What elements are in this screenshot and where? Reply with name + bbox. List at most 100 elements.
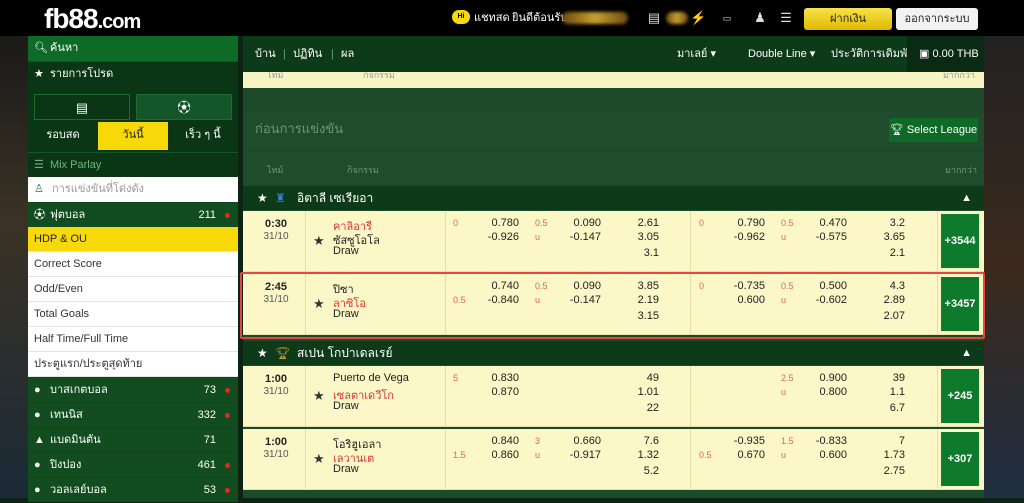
odds-cell[interactable]: 0.840: [483, 435, 519, 447]
odds-cell[interactable]: 0.500: [809, 280, 847, 292]
nav-results[interactable]: ผล: [341, 36, 354, 72]
star-icon[interactable]: ★: [313, 233, 325, 249]
odds-cell[interactable]: -0.833: [809, 435, 847, 447]
popular-league-search[interactable]: ♙ การแข่งขันที่โด่งดัง: [28, 177, 238, 202]
odds-1x2[interactable]: 2.89: [873, 294, 905, 306]
odds-cell[interactable]: -0.962: [729, 231, 765, 243]
tab-today[interactable]: วันนี้: [98, 122, 168, 150]
odds-1x2[interactable]: 1.1: [873, 386, 905, 398]
odds-cell[interactable]: -0.575: [809, 231, 847, 243]
odds-1x2[interactable]: 3.05: [627, 231, 659, 243]
odds-1x2[interactable]: 2.07: [873, 310, 905, 322]
sport-badminton[interactable]: ▲ แบดมินตัน 71: [28, 427, 238, 452]
more-markets-button[interactable]: +3457: [941, 277, 979, 331]
lightning-icon[interactable]: ⚡: [690, 10, 706, 26]
odds-cell[interactable]: 0.090: [563, 217, 601, 229]
odds-1x2[interactable]: 3.15: [627, 310, 659, 322]
odds-cell[interactable]: 0.860: [483, 449, 519, 461]
sub-total-goals[interactable]: Total Goals: [28, 302, 238, 327]
odds-cell[interactable]: 0.660: [563, 435, 601, 447]
select-league-button[interactable]: 🏆︎ Select League: [889, 118, 978, 142]
star-icon[interactable]: ★: [257, 186, 268, 210]
odds-1x2[interactable]: 2.75: [873, 465, 905, 477]
odds-1x2[interactable]: 7.6: [627, 435, 659, 447]
odds-1x2[interactable]: 2.61: [627, 217, 659, 229]
sidebar-favorites[interactable]: ★ รายการโปรด: [28, 61, 238, 86]
odds-1x2[interactable]: 7: [873, 435, 905, 447]
odds-1x2[interactable]: 6.7: [873, 402, 905, 414]
odds-1x2[interactable]: 39: [873, 372, 905, 384]
odds-cell[interactable]: -0.917: [563, 449, 601, 461]
sport-basketball[interactable]: ● บาสเกตบอล 73: [28, 377, 238, 402]
odds-1x2[interactable]: 1.32: [627, 449, 659, 461]
live-chat-link[interactable]: แชทสด: [474, 9, 510, 27]
sport-tennis[interactable]: ● เทนนิส 332: [28, 402, 238, 427]
odds-cell[interactable]: -0.926: [483, 231, 519, 243]
odds-cell[interactable]: -0.735: [729, 280, 765, 292]
sport-football[interactable]: ⚽︎ ฟุตบอล 211: [28, 202, 238, 227]
checklist-icon[interactable]: ☰: [778, 10, 794, 26]
odds-1x2[interactable]: 22: [627, 402, 659, 414]
chat-icon[interactable]: Hi: [452, 10, 470, 24]
sub-hdp-ou[interactable]: HDP & OU: [28, 227, 238, 252]
odds-1x2[interactable]: 2.1: [873, 247, 905, 259]
star-icon[interactable]: ★: [313, 296, 325, 312]
deposit-button[interactable]: ฝากเงิน: [804, 8, 892, 30]
odds-1x2[interactable]: 49: [627, 372, 659, 384]
star-icon[interactable]: ★: [313, 451, 325, 467]
mix-parlay[interactable]: ☰ Mix Parlay: [28, 152, 238, 177]
odds-cell[interactable]: 0.780: [483, 217, 519, 229]
list-view-button[interactable]: ▤: [34, 94, 130, 120]
star-icon[interactable]: ★: [257, 341, 268, 365]
odds-1x2[interactable]: 3.65: [873, 231, 905, 243]
odds-cell[interactable]: -0.935: [729, 435, 765, 447]
odds-1x2[interactable]: 5.2: [627, 465, 659, 477]
odds-1x2[interactable]: 3.85: [627, 280, 659, 292]
sub-odd-even[interactable]: Odd/Even: [28, 277, 238, 302]
odds-type-dropdown[interactable]: มาเลย์ ▾: [677, 36, 716, 72]
odds-cell[interactable]: 0.830: [483, 372, 519, 384]
bet-slip-icon[interactable]: ▭: [712, 10, 742, 26]
sidebar-search[interactable]: 🔍︎ ค้นหา: [28, 36, 238, 61]
sub-correct-score[interactable]: Correct Score: [28, 252, 238, 277]
tab-soon[interactable]: เร็ว ๆ นี้: [168, 122, 238, 150]
more-markets-button[interactable]: +3544: [941, 214, 979, 268]
odds-cell[interactable]: 0.900: [809, 372, 847, 384]
odds-1x2[interactable]: 3.2: [873, 217, 905, 229]
odds-cell[interactable]: 0.470: [809, 217, 847, 229]
sport-table-tennis[interactable]: ● ปิงปอง 461: [28, 452, 238, 477]
bet-history-link[interactable]: ประวัติการเดิมพัน: [831, 36, 915, 72]
sport-volleyball[interactable]: ● วอลเลย์บอล 53: [28, 477, 238, 502]
odds-1x2[interactable]: 3.1: [627, 247, 659, 259]
sport-view-button[interactable]: ⚽︎: [136, 94, 232, 120]
odds-cell[interactable]: 0.800: [809, 386, 847, 398]
fb88-logo[interactable]: fb88.com: [44, 3, 141, 35]
line-dropdown[interactable]: Double Line ▾: [748, 36, 815, 72]
odds-cell[interactable]: 0.870: [483, 386, 519, 398]
document-icon[interactable]: ▤: [646, 10, 662, 26]
nav-home[interactable]: บ้าน: [255, 36, 276, 72]
star-icon[interactable]: ★: [313, 388, 325, 404]
more-markets-button[interactable]: +307: [941, 432, 979, 486]
logout-button[interactable]: ออกจากระบบ: [896, 8, 978, 30]
user-icon[interactable]: ♟: [752, 10, 768, 26]
league-header[interactable]: ★ 🏆︎ สเปน โกปาเดลเรย์ ▲: [243, 341, 984, 365]
collapse-icon[interactable]: ▲: [961, 186, 972, 210]
odds-cell[interactable]: -0.147: [563, 231, 601, 243]
collapse-icon[interactable]: ▲: [961, 341, 972, 365]
odds-cell[interactable]: -0.602: [809, 294, 847, 306]
odds-cell[interactable]: -0.840: [483, 294, 519, 306]
odds-cell[interactable]: 0.740: [483, 280, 519, 292]
odds-1x2[interactable]: 1.01: [627, 386, 659, 398]
odds-cell[interactable]: 0.670: [729, 449, 765, 461]
odds-cell[interactable]: 0.600: [729, 294, 765, 306]
league-header[interactable]: ★ ♜ อิตาลี เซเรียอา ▲: [243, 186, 984, 210]
sub-ht-ft[interactable]: Half Time/Full Time: [28, 327, 238, 352]
odds-1x2[interactable]: 1.73: [873, 449, 905, 461]
odds-cell[interactable]: 0.790: [729, 217, 765, 229]
tab-live[interactable]: รอบสด: [28, 122, 98, 150]
balance-box[interactable]: ▣ 0.00 THB: [907, 36, 984, 72]
odds-cell[interactable]: -0.147: [563, 294, 601, 306]
odds-cell[interactable]: 0.600: [809, 449, 847, 461]
odds-1x2[interactable]: 2.19: [627, 294, 659, 306]
